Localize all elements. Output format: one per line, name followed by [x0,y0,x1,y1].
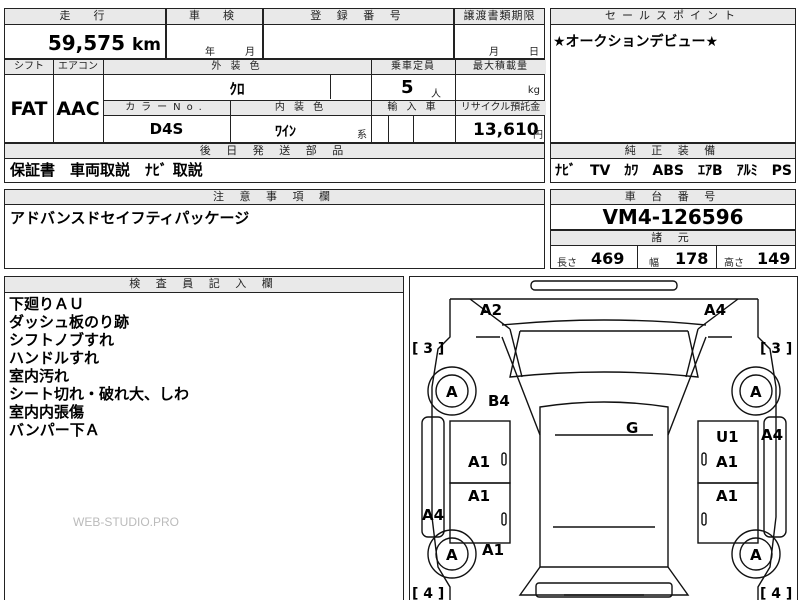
import-header: 輸 入 車 [387,102,439,113]
mark-a1-lr: A1 [468,487,491,505]
inspector-lines: 下廻りＡＵ ダッシュ板のり跡 シフトノブすれ ハンドルすれ 室内汚れ シート切れ… [9,295,189,439]
capacity-value: 5 [401,77,414,98]
mileage-value-wrap: 59,575 km [48,31,161,57]
sales-point-header: セールスポイント [551,9,795,25]
mark-tread-rr: [ 4 ] [760,586,793,600]
inspector-line: 室内汚れ [9,367,70,385]
mark-a2: A2 [480,301,503,319]
recycle-header: リサイクル預託金 [460,102,541,113]
inspector-line: ハンドルすれ [9,349,100,367]
interior-header: 内 装 色 [274,102,327,113]
mileage-unit: km [131,35,161,55]
mark-a4-right: A4 [761,426,784,444]
notes-value: アドバンスドセイフティパッケージ [10,209,250,227]
mark-tread-lf: [ 3 ] [412,341,445,357]
mark-b4: B4 [488,392,510,410]
shaken-year-unit: 年 [205,47,215,58]
shipping-header: 後 日 発 送 部 品 [5,144,544,159]
shaken-month-unit: 月 [245,47,255,58]
inspector-line: バンパー下Ａ [9,421,100,439]
registration-header: 登 録 番 号 [264,9,453,25]
mileage-cell: 走 行 59,575 km [4,8,166,59]
inspector-line: 下廻りＡＵ [9,295,85,313]
height-value: 149 [757,249,791,268]
dimensions-header: 諸 元 [551,231,795,246]
notes-cell: 注 意 事 項 欄 アドバンスドセイフティパッケージ [4,189,545,269]
shipping-value: 保証書 車両取説 ﾅﾋﾞ 取説 [10,161,203,179]
chassis-value: VM4-126596 [602,205,744,229]
color-no-header: カラーNo. [125,102,208,113]
equipment-header: 純 正 装 備 [551,144,795,159]
color-no-value: D4S [149,120,184,138]
interior-value: ﾜｲﾝ [275,124,296,140]
mark-a4-left: A4 [422,506,445,524]
aircon-header: エアコン [58,61,98,72]
inspector-line: シート切れ・破れ大、しわ [9,385,190,403]
width-value: 178 [675,249,709,268]
sales-point-value: ★オークションデビュー★ [553,34,719,50]
mark-a1-rf: A1 [716,453,739,471]
length-label: 長さ [557,258,577,269]
interior-suffix: 系 [357,130,367,141]
inspector-line: ダッシュ板のり跡 [9,313,130,331]
mark-tread-lr: [ 4 ] [412,586,445,600]
transfer-cell: 譲渡書類期限 月 日 [454,8,545,59]
width-label: 幅 [649,258,659,269]
equipment-value: ﾅﾋﾞ TV ｶﾜ ABS ｴｱB ｱﾙﾐ PS PW [555,163,800,179]
mark-wheel-lr: A [446,546,458,564]
length-value: 469 [591,249,625,268]
shift-value: FAT [10,98,48,120]
capacity-header: 乗車定員 [391,61,435,72]
registration-cell: 登 録 番 号 [263,8,454,59]
mark-tread-rf: [ 3 ] [760,341,793,357]
notes-header: 注 意 事 項 欄 [5,190,544,205]
mark-wheel-lf: A [446,383,458,401]
mark-wheel-rr: A [750,546,762,564]
mark-wheel-rf: A [750,383,762,401]
watermark: WEB-STUDIO.PRO [73,515,180,529]
mark-g: G [626,419,639,437]
inspector-header: 検 査 員 記 入 欄 [5,277,403,293]
height-label: 高さ [724,258,744,269]
transfer-month-unit: 月 [489,47,499,58]
capacity-unit: 人 [431,89,441,100]
spec-block: シフト エアコン 外 装 色 乗車定員 最大積載量 FAT AAC ｸﾛ 5 人… [4,59,546,143]
mileage-value: 59,575 [47,31,125,55]
max-load-header: 最大積載量 [473,61,528,72]
exterior-header: 外 装 色 [211,61,263,72]
mark-a1-rr: A1 [716,487,739,505]
mark-a1-rear: A1 [482,541,505,559]
aircon-value: AAC [56,98,100,120]
inspector-cell: 検 査 員 記 入 欄 下廻りＡＵ ダッシュ板のり跡 シフトノブすれ ハンドルす… [4,276,404,600]
chassis-header: 車 台 番 号 [551,190,795,205]
shaken-header: 車 検 [167,9,262,25]
inspector-line: シフトノブすれ [9,331,115,349]
sales-point-cell: セールスポイント ★オークションデビュー★ [550,8,796,143]
equipment-cell: 純 正 装 備 ﾅﾋﾞ TV ｶﾜ ABS ｴｱB ｱﾙﾐ PS PW [550,143,800,183]
exterior-value: ｸﾛ [229,80,245,98]
mark-a4-top: A4 [704,301,727,319]
shaken-cell: 車 検 年 月 [166,8,263,59]
shift-header: シフト [14,61,44,72]
mark-u1: U1 [716,428,739,446]
shipping-cell: 後 日 発 送 部 品 保証書 車両取説 ﾅﾋﾞ 取説 [4,143,545,183]
car-diagram: A2 A4 B4 G U1 A4 A1 A1 A1 A1 A4 A1 A A A… [409,276,798,600]
recycle-unit: 円 [533,130,543,141]
recycle-value: 13,610 [473,120,539,140]
transfer-day-unit: 日 [529,47,539,58]
chassis-cell: 車 台 番 号 VM4-126596 [550,189,796,230]
car-outline [421,280,787,600]
dimensions-cell: 諸 元 長さ 469 幅 178 高さ 149 [550,230,796,269]
inspector-line: 室内内張傷 [9,403,85,421]
mileage-header: 走 行 [5,9,165,25]
mark-a1-lf: A1 [468,453,491,471]
transfer-header: 譲渡書類期限 [455,9,544,25]
max-load-unit: kg [527,85,540,96]
